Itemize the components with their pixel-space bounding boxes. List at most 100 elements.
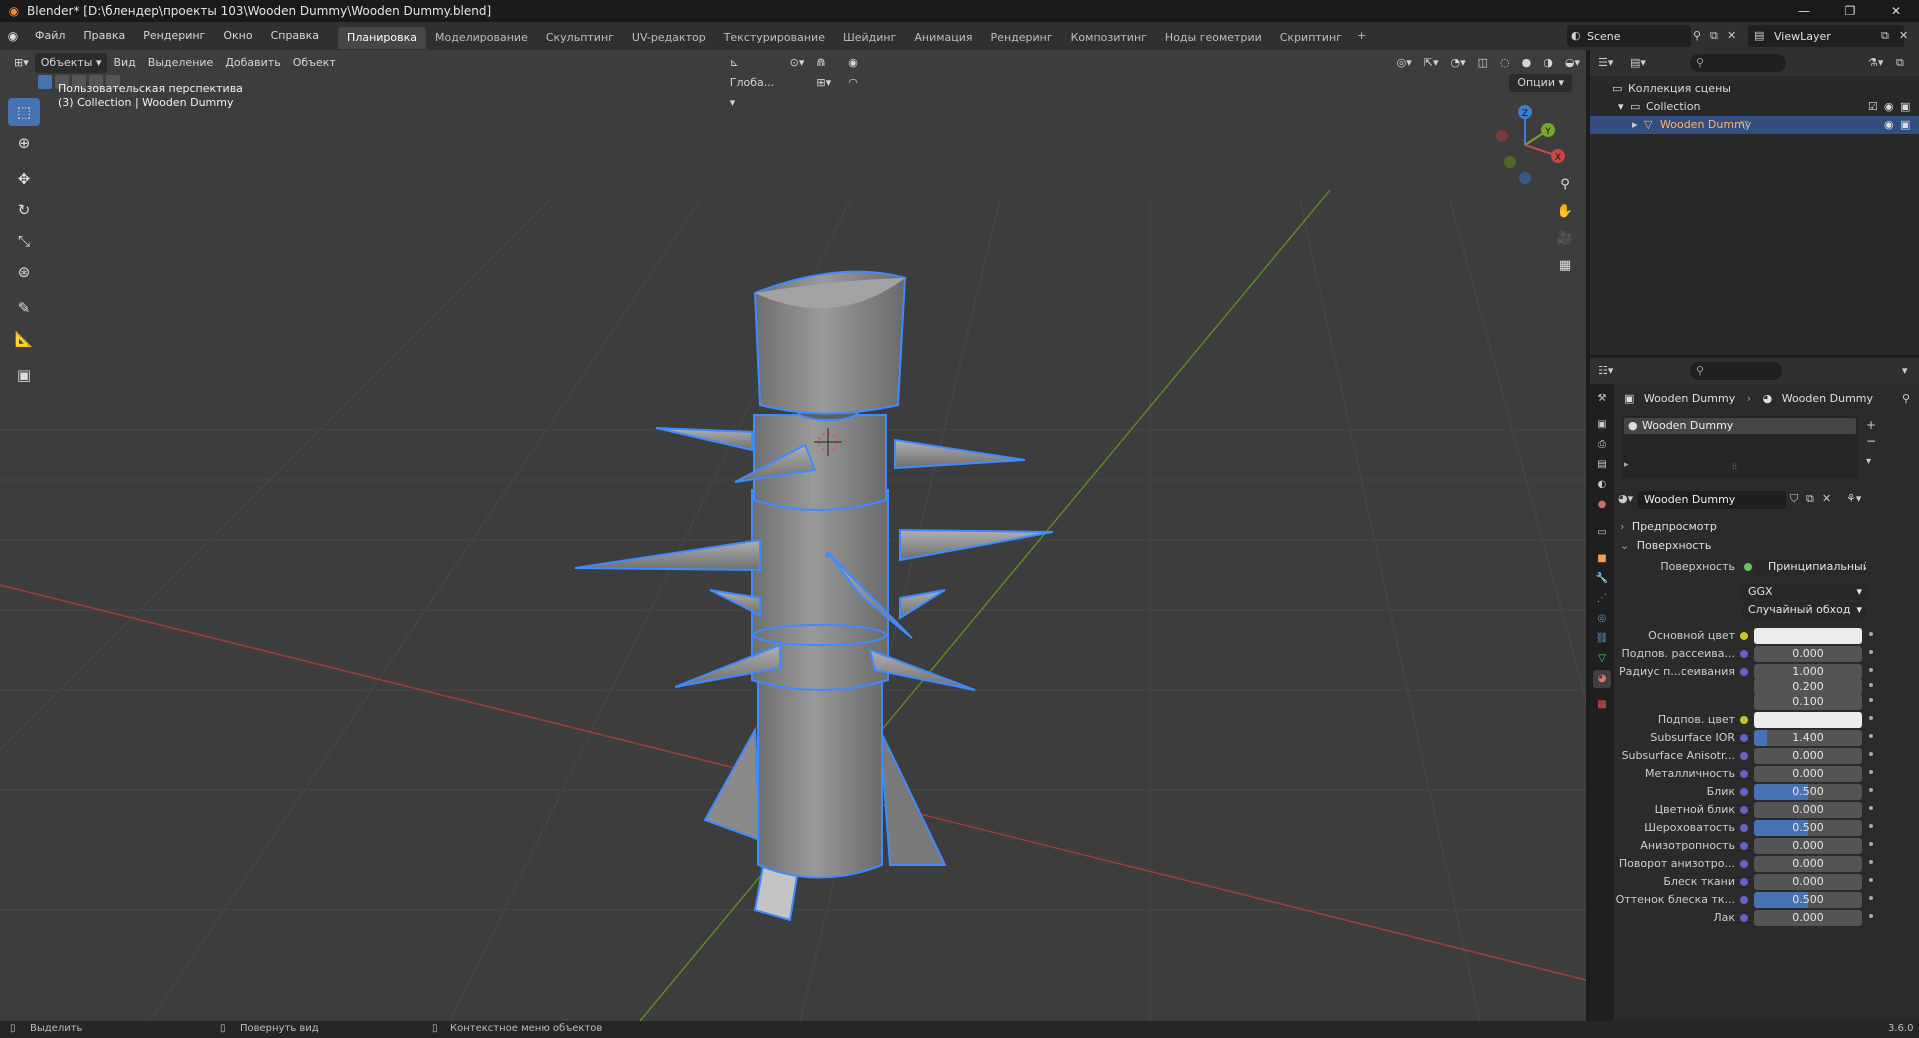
perspective-toggle-icon[interactable]: ▦ [1552,253,1578,279]
gizmo-neg-z-icon[interactable] [1519,172,1531,184]
unlink-material-icon[interactable]: ✕ [1822,492,1831,505]
subsurface-method-dropdown[interactable]: Случайный обход ▾ [1742,602,1866,618]
keyframe-dot-icon[interactable] [1869,842,1873,846]
value-slider[interactable]: 0.000 [1754,874,1862,890]
select-box-tool-icon[interactable]: ⬚ [8,98,40,126]
editor-type-icon[interactable]: ⊞▾ [8,53,35,73]
value-slider[interactable]: 0.500 [1754,820,1862,836]
keyframe-dot-icon[interactable] [1869,698,1873,702]
properties-search-input[interactable]: ⚲ [1690,362,1782,380]
surface-panel-header[interactable]: ⌄ Поверхность [1620,537,1910,555]
outliner-row-collection[interactable]: ▾ ▭ Collection ☑ ◉ ▣ [1590,98,1919,116]
outliner-row-wooden-dummy[interactable]: ▸ ▽ Wooden Dummy ▽ ◉ ▣ [1590,116,1919,134]
keyframe-dot-icon[interactable] [1869,788,1873,792]
tab-uv-editing[interactable]: UV-редактор [623,27,715,49]
scale-tool-icon[interactable]: ⤡ [8,227,40,255]
object-tab-icon[interactable]: ■ [1593,550,1611,568]
tab-texture-paint[interactable]: Текстурирование [715,27,834,49]
tab-rendering[interactable]: Рендеринг [982,27,1062,49]
surface-shader-field[interactable]: Принципиальный BSDF [1754,559,1866,575]
measure-tool-icon[interactable]: 📐 [8,325,40,353]
tab-modeling[interactable]: Моделирование [426,27,537,49]
input-socket-icon[interactable] [1740,632,1748,640]
value-slider[interactable]: 0.000 [1754,766,1862,782]
duplicate-material-icon[interactable]: ⧉ [1806,492,1814,506]
tab-geometry-nodes[interactable]: Ноды геометрии [1156,27,1271,49]
collection-tab-icon[interactable]: ▭ [1593,524,1611,542]
value-slider[interactable]: 0.000 [1754,838,1862,854]
resize-handle-icon[interactable]: ⁞⁞ [1732,462,1737,471]
slot-expand-icon[interactable]: ▸ [1624,460,1629,470]
xray-toggle-icon[interactable]: ◫ [1472,53,1494,73]
shading-solid-icon[interactable]: ● [1516,53,1538,73]
keyframe-dot-icon[interactable] [1869,668,1873,672]
visibility-icon[interactable]: ◎▾ [1391,53,1418,73]
new-scene-icon[interactable]: ⧉ [1710,29,1718,43]
snap-icon[interactable]: ⋒ ⊞▾ [810,53,842,89]
maximize-button[interactable]: ❐ [1827,0,1873,22]
color-swatch[interactable] [1754,712,1862,728]
mesh-data-tab-icon[interactable]: ▽ [1593,650,1611,668]
menu-add[interactable]: Добавить [219,53,286,73]
keyframe-dot-icon[interactable] [1869,683,1873,687]
proportional-edit-icon[interactable]: ◉ ◠ [842,53,870,89]
value-slider[interactable]: 0.100 [1754,694,1862,710]
keyframe-dot-icon[interactable] [1869,734,1873,738]
view-layer-tab-icon[interactable]: ▤ [1593,456,1611,474]
select-new-icon[interactable] [38,75,52,89]
options-button[interactable]: Опции ▾ [1509,74,1572,92]
properties-editor-type-icon[interactable]: ☷▾ [1598,364,1613,377]
input-socket-icon[interactable] [1740,860,1748,868]
gizmo-toggle-icon[interactable]: ⇱▾ [1418,53,1445,73]
cursor-tool-icon[interactable]: ⊕ [8,129,40,157]
input-socket-icon[interactable] [1740,824,1748,832]
tab-scripting[interactable]: Скриптинг [1271,27,1351,49]
render-camera-icon[interactable]: ▣ [1900,116,1910,134]
pin-icon[interactable]: ⚲ [1902,392,1910,405]
input-socket-icon[interactable] [1740,896,1748,904]
scene-selector[interactable]: ◐ Scene [1567,25,1691,47]
gizmo-neg-x-icon[interactable] [1496,130,1508,142]
viewport-scene[interactable] [0,50,1586,1021]
minimize-button[interactable]: — [1781,0,1827,22]
menu-help[interactable]: Справка [262,22,328,50]
input-socket-icon[interactable] [1740,668,1748,676]
remove-slot-button[interactable]: − [1866,434,1876,448]
add-slot-button[interactable]: + [1866,418,1876,432]
render-tab-icon[interactable]: ▣ [1593,416,1611,434]
node-tree-icon[interactable]: ⚘▾ [1846,492,1861,505]
blender-menu-icon[interactable]: ◉ [0,29,26,43]
distribution-dropdown[interactable]: GGX ▾ [1742,584,1866,600]
browse-material-icon[interactable]: ◕▾ [1618,492,1633,505]
expand-arrow-icon[interactable]: ▸ [1632,116,1638,134]
texture-tab-icon[interactable]: ▩ [1593,696,1611,714]
new-collection-icon[interactable]: ⧉ [1896,56,1904,70]
filter-icon[interactable]: ⚗▾ [1868,56,1883,69]
scene-tab-icon[interactable]: ◐ [1593,476,1611,494]
tab-shading[interactable]: Шейдинг [834,27,905,49]
value-slider[interactable]: 1.400 [1754,730,1862,746]
material-name-field[interactable]: Wooden Dummy [1638,491,1786,509]
keyframe-dot-icon[interactable] [1869,752,1873,756]
menu-file[interactable]: Файл [26,22,74,50]
material-tab-icon[interactable]: ◕ [1593,670,1611,688]
overlays-toggle-icon[interactable]: ◔▾ [1445,53,1472,73]
value-slider[interactable]: 0.000 [1754,910,1862,926]
menu-render[interactable]: Рендеринг [134,22,214,50]
properties-options-icon[interactable]: ▾ [1902,364,1908,377]
close-button[interactable]: ✕ [1873,0,1919,22]
input-socket-icon[interactable] [1740,914,1748,922]
input-socket-icon[interactable] [1740,770,1748,778]
new-view-layer-icon[interactable]: ⧉ [1881,29,1889,43]
hide-eye-icon[interactable]: ◉ [1884,116,1894,134]
keyframe-dot-icon[interactable] [1869,650,1873,654]
material-slot-item[interactable]: ● Wooden Dummy [1624,418,1856,434]
camera-view-icon[interactable]: 🎥 [1552,226,1578,252]
value-slider[interactable]: 0.000 [1754,856,1862,872]
display-mode-icon[interactable]: ▤▾ [1630,56,1646,69]
input-socket-icon[interactable] [1740,734,1748,742]
collapse-arrow-icon[interactable]: ▾ [1618,98,1624,116]
render-camera-icon[interactable]: ▣ [1900,98,1910,116]
hide-eye-icon[interactable]: ◉ [1884,98,1894,116]
tab-compositing[interactable]: Композитинг [1062,27,1156,49]
